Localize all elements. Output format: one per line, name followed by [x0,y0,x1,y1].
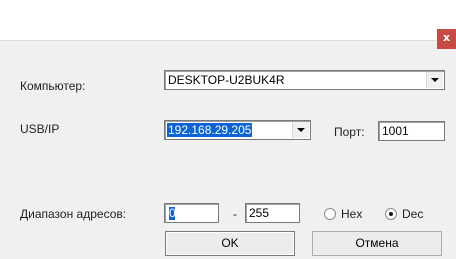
radio-hex[interactable]: Hex [324,207,362,221]
address-range-label: Диапазон адресов: [20,207,127,221]
usbip-combobox[interactable]: 192.168.29.205 [164,120,311,140]
port-label: Порт: [334,125,365,139]
chevron-down-icon [297,128,305,132]
radio-dec-label[interactable]: Dec [402,207,423,221]
close-button[interactable]: x [437,29,456,49]
computer-dropdown-button[interactable] [426,72,443,88]
usbip-dropdown-button[interactable] [292,122,309,138]
usbip-value: 192.168.29.205 [167,123,253,137]
radio-hex-label[interactable]: Hex [341,207,362,221]
port-field[interactable]: 1001 [378,121,445,141]
range-from-field[interactable]: 0 [164,203,219,223]
range-separator: - [233,207,237,221]
computer-label: Компьютер: [20,79,86,93]
title-bar: x [0,0,456,49]
radio-hex-circle[interactable] [324,208,336,220]
ok-button[interactable]: OK [165,231,295,256]
port-value: 1001 [382,124,409,138]
cancel-button[interactable]: Отмена [312,231,442,256]
range-to-field[interactable]: 255 [245,203,300,223]
range-from-value: 0 [169,206,176,220]
radio-selected-dot [389,212,393,216]
computer-value: DESKTOP-U2BUK4R [168,73,285,87]
dialog-window: x Компьютер: DESKTOP-U2BUK4R USB/IP 192.… [0,0,456,259]
usbip-label: USB/IP [20,122,60,136]
close-icon[interactable]: x [443,31,450,44]
chevron-down-icon [431,78,439,82]
radio-dec[interactable]: Dec [385,207,423,221]
range-to-value: 255 [249,206,270,220]
computer-combobox[interactable]: DESKTOP-U2BUK4R [164,70,445,90]
radio-dec-circle[interactable] [385,208,397,220]
